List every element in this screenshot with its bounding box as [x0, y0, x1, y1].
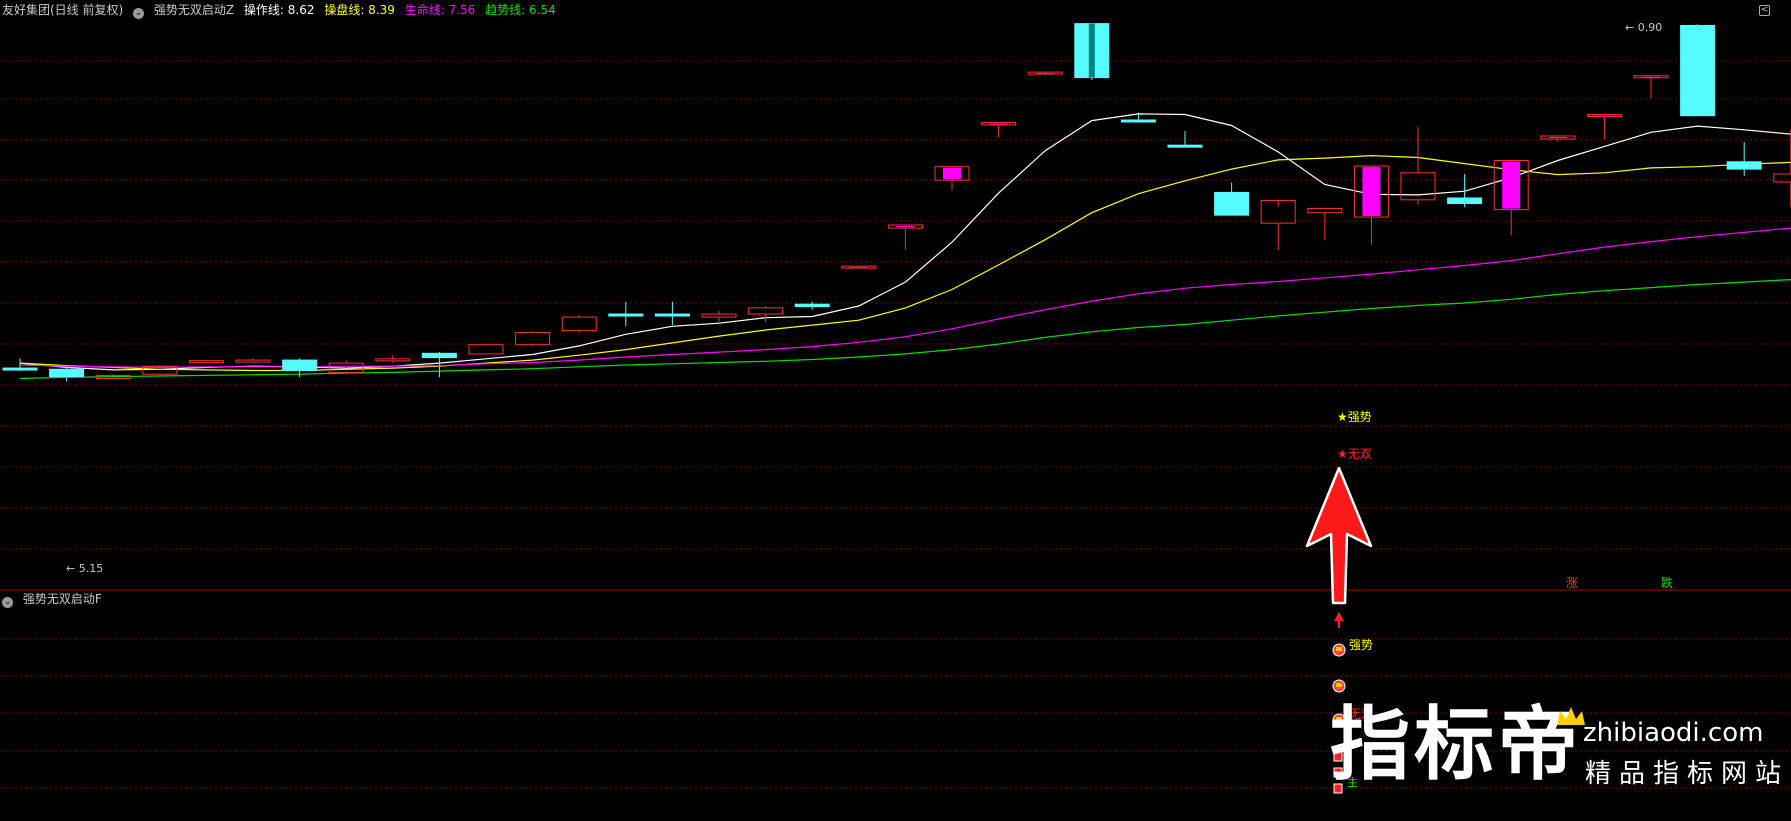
candle-highlight: [849, 267, 868, 269]
candle-body: [2, 367, 38, 371]
candle-highlight: [1036, 73, 1055, 75]
candle: [142, 364, 178, 376]
candle: [934, 166, 970, 190]
candle-body: [1400, 172, 1436, 201]
candle: [1027, 71, 1063, 75]
candle: [49, 368, 85, 382]
candle-body: [468, 344, 504, 355]
candle-highlight: [1548, 136, 1567, 139]
candle-body: [375, 358, 411, 362]
candle-body: [561, 316, 597, 332]
candle-highlight: [943, 167, 961, 180]
candle-body: [748, 307, 784, 315]
candle: [1307, 207, 1343, 241]
candle: [1773, 129, 1791, 208]
candle: [1400, 126, 1436, 205]
candle: [1167, 131, 1203, 148]
candle-body: [1726, 161, 1762, 170]
chart-window[interactable]: ← 0.90 ← 5.15 ★强势 ★无双涨跌强势 无双主 友好集团(日线 前复权) ⌄…: [0, 0, 1791, 821]
candle: [1726, 142, 1762, 176]
low-price-label: ← 5.15: [66, 562, 103, 575]
candle-stripe: [1088, 23, 1095, 78]
crown-icon: [1557, 707, 1585, 725]
sub-signal-qiangshi: 强势: [1349, 638, 1373, 652]
candle-highlight: [896, 225, 915, 228]
candle-body: [421, 352, 457, 359]
candle: [841, 265, 877, 269]
candle: [981, 121, 1017, 138]
candle: [1680, 24, 1716, 117]
candle: [375, 355, 411, 364]
candle-body: [235, 359, 271, 363]
candle-body: [1167, 144, 1203, 148]
line-value-caozuo: 操作线: 8.62: [243, 3, 315, 17]
candle: [561, 315, 597, 333]
candle-body: [1773, 173, 1791, 183]
candle: [1633, 75, 1669, 98]
dropdown-icon[interactable]: ⌄: [2, 597, 13, 608]
candle-highlight: [1642, 76, 1660, 78]
candle-body: [701, 313, 737, 318]
watermark-slogan: 精品指标网站: [1585, 759, 1790, 789]
signal-dot-icon: [1336, 647, 1342, 651]
candle: [188, 360, 224, 364]
candle: [1540, 135, 1576, 143]
high-price-label: ← 0.90: [1625, 21, 1662, 34]
candle: [1214, 182, 1250, 216]
candle-body: [515, 331, 551, 346]
signal-wushuang: ★无双: [1337, 447, 1372, 461]
rise-marker: 涨: [1566, 575, 1578, 590]
dropdown-icon[interactable]: ⌄: [133, 8, 145, 19]
candle-highlight: [989, 123, 1008, 125]
watermark-brand: 指标帝: [1330, 698, 1582, 791]
arrow-up-icon: [1305, 466, 1373, 605]
candle: [1353, 165, 1389, 245]
candle-body: [1120, 119, 1156, 123]
candle-highlight: [1362, 167, 1381, 217]
small-arrow-icon: [1334, 612, 1344, 628]
line-value-caopan: 操盘线: 8.39: [324, 3, 395, 17]
signal-qiangshi: ★强势: [1337, 410, 1372, 424]
candle-body: [188, 360, 224, 364]
candle-body: [1680, 24, 1716, 117]
sub-indicator-name[interactable]: 强势无双启动F: [23, 592, 102, 606]
series-line: [19, 154, 1791, 372]
candle-body: [49, 368, 85, 378]
candle: [1586, 113, 1622, 140]
candle-body: [654, 313, 690, 317]
candle: [468, 344, 504, 355]
candle-highlight: [1595, 115, 1614, 117]
candle-body: [282, 359, 318, 372]
candle: [1493, 160, 1529, 236]
fall-marker: 跌: [1661, 575, 1673, 590]
candle: [1447, 174, 1483, 208]
line-value-qushi: 趋势线: 6.54: [485, 3, 556, 17]
sub-panel-header: ⌄ 强势无双启动F: [2, 592, 108, 608]
candle-body: [1214, 191, 1250, 216]
main-indicator-name[interactable]: 强势无双启动Z: [154, 3, 234, 17]
candle-body: [1307, 207, 1343, 214]
stock-name: 友好集团(日线 前复权): [2, 3, 124, 17]
candle: [608, 301, 644, 327]
line-value-shengming: 生命线: 7.56: [404, 3, 476, 17]
candle: [654, 301, 690, 326]
candle-body: [794, 303, 830, 308]
main-panel-header: 友好集团(日线 前复权) ⌄ 强势无双启动Z 操作线: 8.62 操盘线: 8.…: [2, 3, 562, 19]
watermark-domain: zhibiaodi.com: [1583, 718, 1764, 748]
signal-dot-icon: [1336, 683, 1342, 687]
candle-highlight: [1502, 161, 1521, 209]
candle-body: [1447, 197, 1483, 204]
collapse-icon[interactable]: <: [1759, 5, 1770, 16]
candle-body: [608, 313, 644, 317]
candle: [1260, 199, 1296, 251]
candle: [235, 358, 271, 364]
candle: [887, 224, 923, 250]
